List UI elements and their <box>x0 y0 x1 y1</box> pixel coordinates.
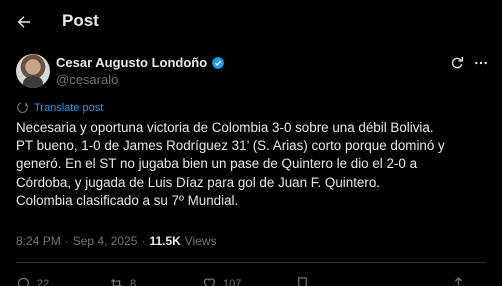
author-handle[interactable]: @cesaralo <box>56 72 118 87</box>
tweet-line: Córdoba, y jugada de Luis Díaz para gol … <box>16 174 381 190</box>
repost-button[interactable]: 8 <box>109 276 202 286</box>
reply-count: 22 <box>37 277 50 286</box>
heart-icon <box>203 278 216 286</box>
views-label: Views <box>184 234 217 248</box>
grok-icon[interactable] <box>449 55 465 71</box>
repost-icon <box>111 278 122 286</box>
separator-dot: · <box>64 234 69 248</box>
repost-count: 8 <box>130 277 137 286</box>
tweet-metadata: 8:24 PM · Sep 4, 2025 · 11.5K Views <box>16 234 217 248</box>
action-bar: 22 8 107 <box>16 276 486 286</box>
reply-icon <box>17 277 30 286</box>
translate-post-link[interactable]: Translate post <box>16 101 103 114</box>
page-title: Post <box>62 11 99 30</box>
bookmark-button[interactable] <box>295 276 388 286</box>
tweet-text: Necesaria y oportuna victoria de Colombi… <box>16 119 492 210</box>
like-count: 107 <box>223 277 242 286</box>
post-time[interactable]: 8:24 PM <box>16 234 61 248</box>
tweet-line: Colombia clasificado a su 7º Mundial. <box>16 192 239 208</box>
tweet-line: generó. En el ST no jugaba bien un pase … <box>16 156 418 172</box>
author-display-name[interactable]: Cesar Augusto Londoño <box>56 55 207 70</box>
translate-icon <box>17 102 28 113</box>
tweet-line: Necesaria y oportuna victoria de Colombi… <box>16 120 434 135</box>
verified-badge-icon <box>212 56 225 69</box>
translate-post-label[interactable]: Translate post <box>34 102 103 114</box>
separator-dot: · <box>141 234 146 248</box>
views-count[interactable]: 11.5K <box>149 234 180 248</box>
post-header: Post <box>0 0 502 44</box>
divider <box>16 262 486 263</box>
avatar[interactable] <box>16 54 50 88</box>
reply-button[interactable]: 22 <box>16 276 109 286</box>
share-icon <box>452 276 465 286</box>
more-options-icon[interactable] <box>473 55 489 71</box>
tweet-line: PT bueno, 1-0 de James Rodríguez 31’ (S.… <box>16 138 445 154</box>
like-button[interactable]: 107 <box>202 276 295 286</box>
author-name-row: Cesar Augusto Londoño <box>56 55 225 70</box>
bookmark-icon <box>298 277 307 286</box>
back-arrow-icon[interactable] <box>12 10 36 34</box>
post-date[interactable]: Sep 4, 2025 <box>73 234 138 248</box>
share-button[interactable] <box>388 276 466 286</box>
